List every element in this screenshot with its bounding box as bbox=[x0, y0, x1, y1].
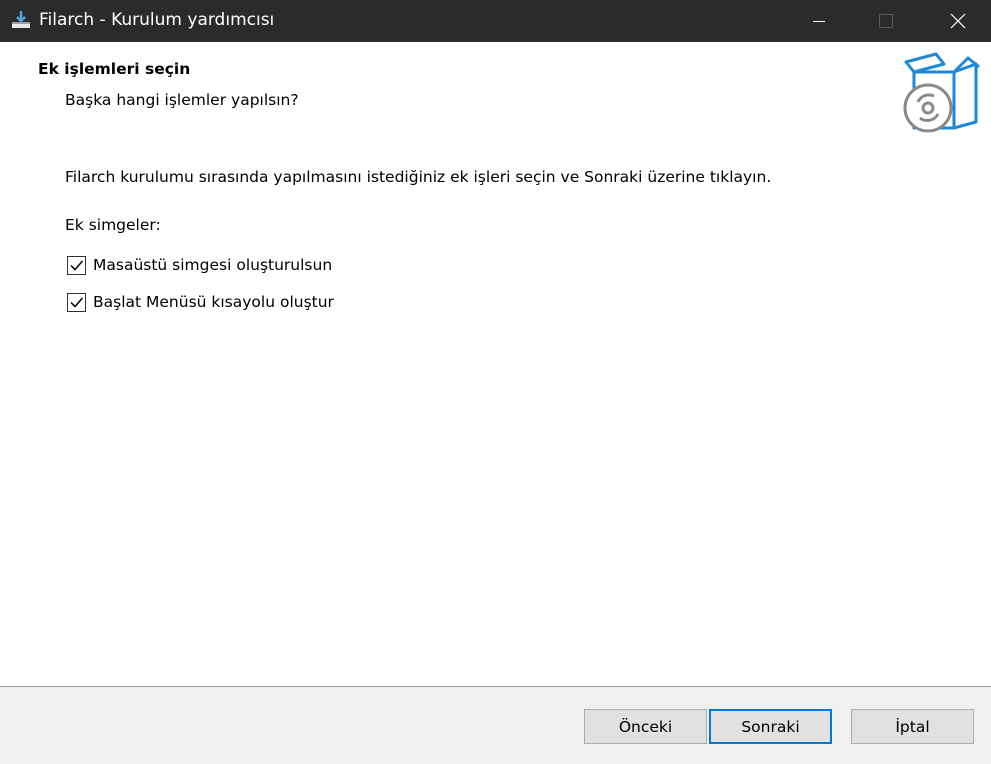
maximize-button[interactable] bbox=[855, 0, 917, 42]
additional-icons-label: Ek simgeler: bbox=[65, 216, 161, 234]
minimize-button[interactable] bbox=[788, 0, 850, 42]
installer-icon bbox=[12, 11, 30, 28]
start-menu-shortcut-label: Başlat Menüsü kısayolu oluştur bbox=[93, 293, 334, 311]
desktop-icon-label: Masaüstü simgesi oluşturulsun bbox=[93, 256, 333, 274]
footer-panel bbox=[0, 687, 991, 764]
desktop-icon-checkbox[interactable] bbox=[67, 255, 86, 275]
start-menu-shortcut-option[interactable]: Başlat Menüsü kısayolu oluştur bbox=[67, 290, 334, 314]
close-icon bbox=[950, 13, 966, 29]
checkmark-icon bbox=[70, 260, 84, 271]
back-button[interactable]: Önceki bbox=[584, 709, 707, 744]
start-menu-shortcut-checkbox[interactable] bbox=[67, 292, 86, 312]
maximize-icon bbox=[879, 14, 893, 28]
title-bar[interactable]: Filarch - Kurulum yardımcısı bbox=[0, 0, 991, 42]
minimize-icon bbox=[813, 21, 825, 22]
page-subtitle: Başka hangi işlemler yapılsın? bbox=[65, 91, 299, 109]
software-box-disc-icon bbox=[903, 52, 980, 133]
next-button[interactable]: Sonraki bbox=[709, 709, 832, 744]
instructions-text: Filarch kurulumu sırasında yapılmasını i… bbox=[65, 168, 772, 186]
window-title: Filarch - Kurulum yardımcısı bbox=[39, 10, 275, 30]
desktop-icon-option[interactable]: Masaüstü simgesi oluşturulsun bbox=[67, 253, 332, 277]
page-title: Ek işlemleri seçin bbox=[38, 60, 191, 78]
checkmark-icon bbox=[70, 297, 84, 308]
setup-window: Filarch - Kurulum yardımcısı Ek işlemler… bbox=[0, 0, 991, 764]
cancel-button[interactable]: İptal bbox=[851, 709, 974, 744]
close-button[interactable] bbox=[927, 0, 989, 42]
